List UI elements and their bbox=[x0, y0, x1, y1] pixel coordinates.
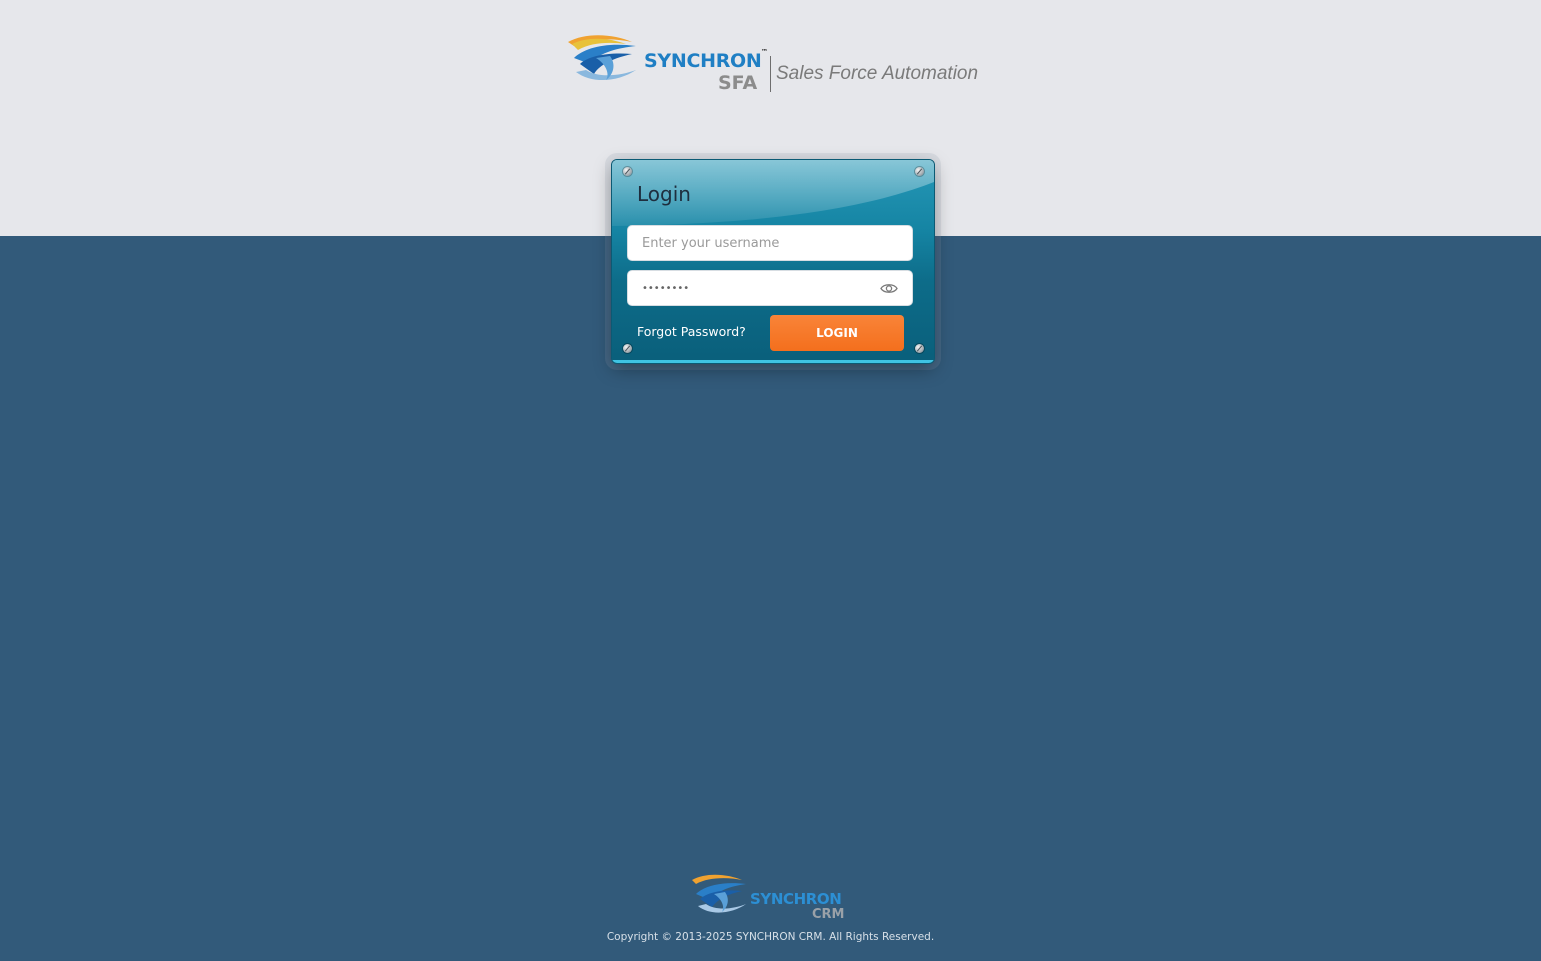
brand-tagline: Sales Force Automation bbox=[776, 63, 979, 84]
brand-divider bbox=[770, 56, 771, 92]
screw-icon bbox=[915, 167, 924, 176]
forgot-password-link[interactable]: Forgot Password? bbox=[637, 324, 746, 339]
brand-name: SYNCHRON bbox=[644, 50, 762, 72]
copyright-text: Copyright © 2013-2025 SYNCHRON CRM. All … bbox=[606, 931, 935, 943]
eye-icon[interactable] bbox=[880, 282, 898, 295]
trademark-symbol: ™ bbox=[761, 48, 768, 56]
footer-logo: SYNCHRON CRM bbox=[690, 874, 852, 924]
brand-product: SFA bbox=[718, 72, 758, 94]
login-page: SYNCHRON ™ SFA Sales Force Automation Lo… bbox=[0, 0, 1541, 961]
login-button[interactable]: LOGIN bbox=[770, 315, 904, 351]
synchron-crm-logo-icon bbox=[692, 874, 746, 913]
login-panel: Login Forgot Password? LOGIN bbox=[612, 160, 934, 363]
screw-icon bbox=[623, 344, 632, 353]
footer-brand-product: CRM bbox=[812, 907, 845, 922]
password-input[interactable] bbox=[642, 271, 872, 305]
footer-brand-name: SYNCHRON bbox=[750, 890, 842, 908]
synchron-logo-icon bbox=[568, 35, 636, 81]
screw-icon bbox=[915, 344, 924, 353]
panel-bottom-edge bbox=[612, 360, 934, 363]
username-field bbox=[627, 225, 913, 261]
screw-icon bbox=[623, 167, 632, 176]
password-field bbox=[627, 270, 913, 306]
header-logo: SYNCHRON ™ SFA Sales Force Automation bbox=[566, 34, 986, 98]
username-input[interactable] bbox=[642, 226, 872, 260]
login-title: Login bbox=[637, 182, 691, 206]
